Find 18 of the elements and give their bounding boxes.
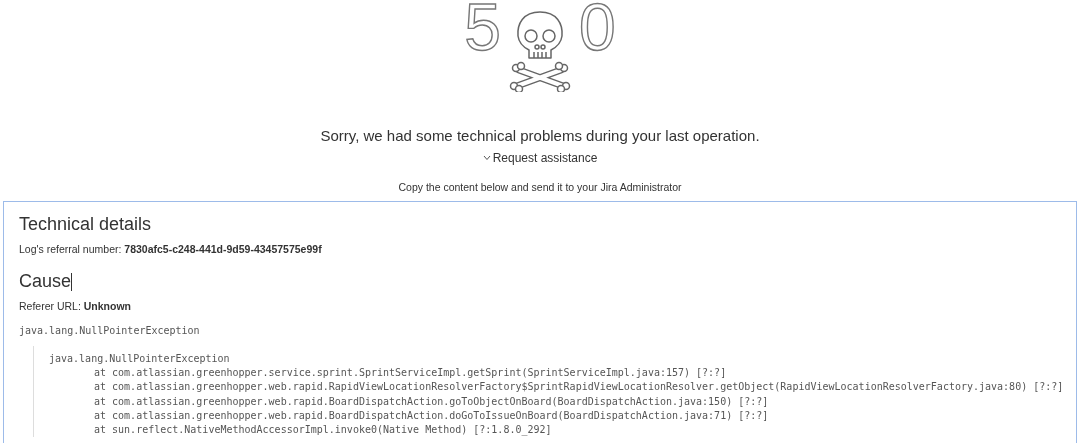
error-code-digit: 5	[464, 0, 501, 60]
copy-instruction: Copy the content below and send it to your Jira Administrator	[398, 181, 682, 193]
chevron-down-icon[interactable]	[482, 155, 491, 161]
exception-name: java.lang.NullPointerException	[19, 325, 200, 336]
stack-trace-line: at com.atlassian.greenhopper.web.rapid.BoardDispatchAction.doGoToIssueOnBoard(BoardDispatchAction.java:71) [?:?]	[94, 409, 769, 421]
text-cursor	[71, 272, 73, 291]
request-assistance-link[interactable]: Request assistance	[492, 151, 598, 165]
stack-trace-line: at com.atlassian.greenhopper.web.rapid.BoardDispatchAction.goToObjectOnBoard(BoardDispatchAction.java:150) [?:?]	[94, 395, 769, 407]
section-title: Technical details	[19, 214, 152, 234]
error-code-digit: 0	[579, 0, 616, 60]
stack-trace-line: at com.atlassian.greenhopper.web.rapid.RapidViewLocationResolverFactory$SprintRapidViewLocationResolver.getObject(RapidViewLocationResolverFactory.java:80) [?:?]	[94, 381, 1064, 393]
section-title: Cause	[19, 271, 72, 291]
referral-number: Log's referral number: 7830afc5-c248-441d-9d59-43457575e99f	[19, 243, 322, 255]
error-message: Sorry, we had some technical problems during your last operation.	[320, 127, 760, 144]
referer-url: Referer URL: Unknown	[19, 300, 132, 312]
stack-trace-line: at com.atlassian.greenhopper.service.sprint.SprintServiceImpl.getSprint(SprintServiceImpl.java:157) [?:?]	[94, 367, 727, 379]
stack-trace-line: java.lang.NullPointerException	[49, 353, 230, 364]
stack-trace-line: at sun.reflect.NativeMethodAccessorImpl.invoke0(Native Method) [?:1.8.0_292]	[94, 424, 552, 435]
